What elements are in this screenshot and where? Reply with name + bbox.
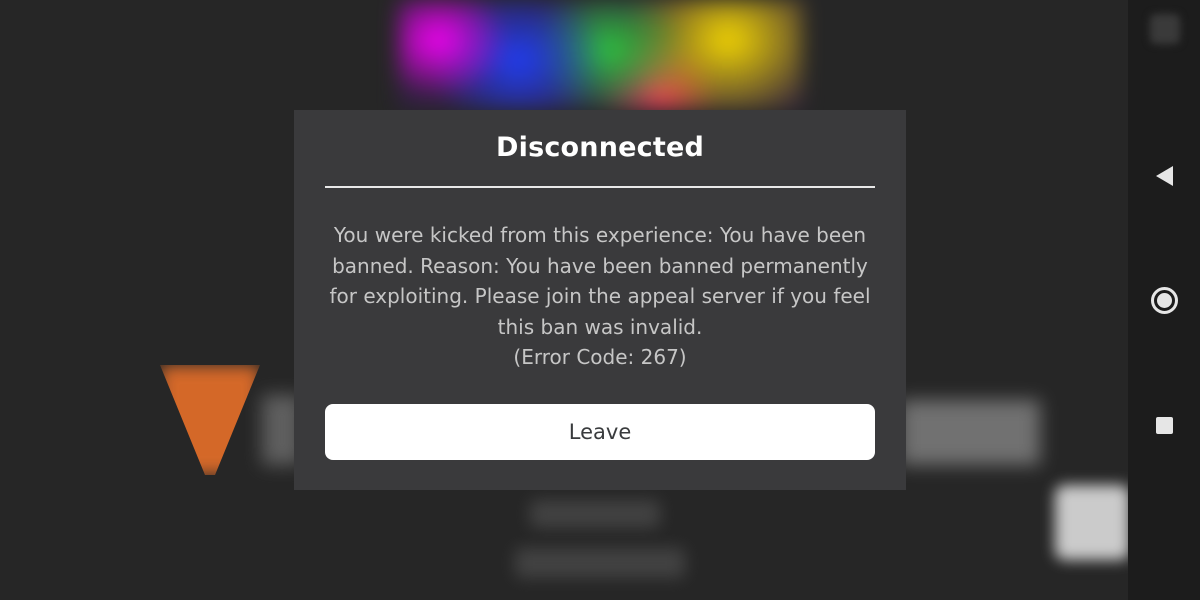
back-icon [1155,166,1173,186]
game-screen: Disconnected You were kicked from this e… [0,0,1200,600]
dialog-message: You were kicked from this experience: Yo… [329,223,871,339]
disconnected-dialog: Disconnected You were kicked from this e… [294,110,906,490]
leave-button[interactable]: Leave [325,404,875,460]
blurred-background-text [530,500,660,528]
blurred-logo-icon [160,365,260,475]
home-icon [1150,286,1178,314]
blurred-logo-text [900,400,1040,465]
dialog-title: Disconnected [496,132,704,163]
dialog-divider [325,186,875,188]
error-code: (Error Code: 267) [513,345,687,369]
blurred-background-text [515,548,685,578]
back-button[interactable] [1128,146,1200,206]
recent-apps-icon [1155,416,1173,434]
blurred-background-button [1055,485,1128,560]
blurred-thumbnail-image [398,0,803,110]
home-button[interactable] [1128,270,1200,330]
android-navigation-bar [1128,0,1200,600]
dialog-message-container: You were kicked from this experience: Yo… [319,220,881,373]
recent-apps-button[interactable] [1128,395,1200,455]
blurred-corner-icon [1150,14,1180,44]
